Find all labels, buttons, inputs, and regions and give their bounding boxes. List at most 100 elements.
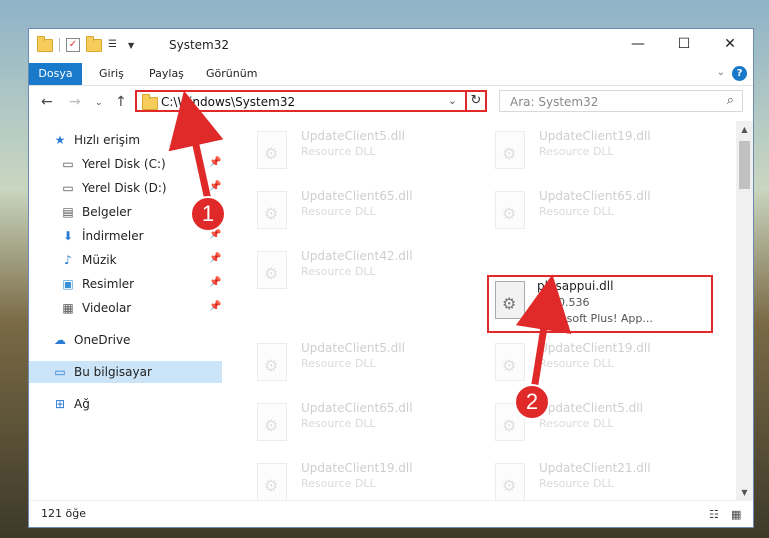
file-name: plusappui.dll: [537, 279, 614, 293]
nav-item-label: Yerel Disk (C:): [82, 157, 166, 171]
address-row: ← → ⌄ ↑ C:\Windows\System32 ⌄ ↻ Ara: Sys…: [29, 86, 753, 118]
dll-file-icon: ⚙: [253, 463, 291, 501]
videos-icon: ▦: [62, 301, 74, 315]
pin-icon[interactable]: 📌: [209, 277, 221, 288]
vertical-scrollbar[interactable]: ▲ ▼: [736, 121, 753, 501]
dll-file-icon: ⚙: [253, 343, 291, 383]
up-arrow-icon[interactable]: ↑: [115, 94, 127, 110]
nav-item-music[interactable]: ♪ Müzik 📌: [29, 249, 222, 271]
dll-file-icon: ⚙: [253, 131, 291, 171]
search-input[interactable]: Ara: System32 ⌕: [499, 90, 743, 112]
dll-file-icon: ⚙: [491, 343, 529, 383]
file-description: Resource DLL: [301, 205, 376, 218]
file-description: Resource DLL: [539, 357, 614, 370]
nav-item-label: Müzik: [82, 253, 117, 267]
pin-icon[interactable]: 📌: [209, 301, 221, 312]
file-tile[interactable]: ⚙ UpdateClient65.dll Resource DLL: [249, 395, 479, 447]
window-title: System32: [169, 38, 230, 52]
drive-icon: ▭: [62, 181, 74, 195]
folder-icon[interactable]: [37, 35, 53, 52]
file-description: Resource DLL: [301, 477, 376, 490]
chevron-down-icon[interactable]: ▼: [128, 41, 134, 50]
tab-file[interactable]: Dosya: [29, 63, 82, 85]
computer-icon: ▭: [54, 365, 66, 379]
file-description: Resource DLL: [301, 357, 376, 370]
folder-icon: [142, 94, 158, 110]
pictures-icon: ▣: [62, 277, 74, 291]
nav-item-this-pc[interactable]: ▭ Bu bilgisayar: [29, 361, 222, 383]
help-icon[interactable]: ?: [732, 66, 747, 81]
file-tile[interactable]: ⚙ UpdateClient42.dll Resource DLL: [249, 243, 479, 295]
dll-file-icon: ⚙: [253, 403, 291, 443]
details-view-icon[interactable]: ☷: [709, 508, 719, 521]
back-arrow-icon[interactable]: ←: [41, 94, 53, 110]
pin-icon[interactable]: 📌: [209, 253, 221, 264]
drive-icon: ▭: [62, 157, 74, 171]
dll-file-icon: ⚙: [491, 131, 529, 171]
nav-item-local-disk-d[interactable]: ▭ Yerel Disk (D:) 📌: [29, 177, 222, 199]
network-icon: ⊞: [54, 397, 66, 411]
step-1-badge: 1: [190, 196, 226, 232]
customize-icon[interactable]: ☰: [108, 39, 122, 51]
dll-file-icon: ⚙: [491, 191, 529, 231]
search-icon[interactable]: ⌕: [727, 93, 734, 108]
file-description: Resource DLL: [539, 417, 614, 430]
nav-item-label: Bu bilgisayar: [74, 365, 152, 379]
properties-check-icon[interactable]: ✓: [66, 38, 80, 52]
tab-share[interactable]: Paylaş: [149, 63, 184, 85]
file-tile[interactable]: ⚙ UpdateClient65.dll Resource DLL: [249, 183, 479, 235]
nav-item-label: Ağ: [74, 397, 90, 411]
item-count: 121 öğe: [41, 507, 86, 520]
nav-item-onedrive[interactable]: ☁ OneDrive: [29, 329, 222, 351]
scrollbar-thumb[interactable]: [739, 141, 750, 189]
file-name: UpdateClient65.dll: [539, 189, 651, 203]
nav-item-quick-access[interactable]: ★ Hızlı erişim: [29, 129, 222, 151]
file-name: UpdateClient19.dll: [539, 341, 651, 355]
address-bar[interactable]: C:\Windows\System32 ⌄: [135, 90, 487, 112]
nav-item-downloads[interactable]: ⬇ İndirmeler 📌: [29, 225, 222, 247]
scroll-down-icon[interactable]: ▼: [736, 488, 753, 497]
collapse-ribbon-icon[interactable]: ⌄: [717, 67, 725, 78]
toolbar-separator: [59, 38, 60, 52]
dll-file-icon: ⚙: [253, 251, 291, 291]
file-description: Resource DLL: [301, 417, 376, 430]
file-tile[interactable]: ⚙ UpdateClient5.dll Resource DLL: [249, 123, 479, 175]
minimize-button[interactable]: —: [615, 29, 661, 59]
nav-item-videos[interactable]: ▦ Videolar 📌: [29, 297, 222, 319]
file-name: UpdateClient19.dll: [539, 129, 651, 143]
file-tile[interactable]: ⚙ UpdateClient65.dll Resource DLL: [487, 183, 717, 235]
pin-icon[interactable]: 📌: [209, 157, 221, 168]
file-name: UpdateClient65.dll: [301, 401, 413, 415]
nav-item-network[interactable]: ⊞ Ağ: [29, 393, 222, 415]
scroll-up-icon[interactable]: ▲: [736, 125, 753, 134]
file-name: UpdateClient42.dll: [301, 249, 413, 263]
nav-item-local-disk-c[interactable]: ▭ Yerel Disk (C:) 📌: [29, 153, 222, 175]
file-name: UpdateClient5.dll: [301, 129, 405, 143]
forward-arrow-icon[interactable]: →: [69, 94, 81, 110]
file-tile[interactable]: ⚙ UpdateClient21.dll Resource DLL: [487, 455, 717, 501]
tab-view[interactable]: Görünüm: [206, 63, 257, 85]
file-tile[interactable]: ⚙ UpdateClient19.dll Resource DLL: [249, 455, 479, 501]
maximize-button[interactable]: ☐: [661, 29, 707, 59]
recent-chevron-icon[interactable]: ⌄: [95, 98, 103, 108]
new-folder-icon[interactable]: [86, 35, 102, 52]
nav-item-label: Belgeler: [82, 205, 132, 219]
music-icon: ♪: [64, 253, 72, 267]
refresh-button[interactable]: ↻: [465, 90, 487, 112]
file-tile[interactable]: ⚙ UpdateClient19.dll Resource DLL: [487, 335, 717, 387]
tab-home[interactable]: Giriş: [99, 63, 124, 85]
address-dropdown-icon[interactable]: ⌄: [448, 94, 457, 107]
file-name: UpdateClient65.dll: [301, 189, 413, 203]
file-name: UpdateClient19.dll: [301, 461, 413, 475]
file-tile-plusappui[interactable]: ⚙ plusappui.dll 1.0.0.536 Microsoft Plus…: [487, 275, 713, 333]
file-version: 1.0.0.536: [537, 296, 590, 309]
tiles-view-icon[interactable]: ▦: [731, 508, 741, 521]
close-button[interactable]: ✕: [707, 29, 753, 59]
nav-item-label: Yerel Disk (D:): [82, 181, 167, 195]
file-tile[interactable]: ⚙ UpdateClient5.dll Resource DLL: [249, 335, 479, 387]
nav-item-label: Hızlı erişim: [74, 133, 141, 147]
explorer-window: ✓ ☰ ▼ System32 — ☐ ✕ Dosya Giriş Paylaş …: [28, 28, 754, 528]
file-tile[interactable]: ⚙ UpdateClient19.dll Resource DLL: [487, 123, 717, 175]
nav-item-pictures[interactable]: ▣ Resimler 📌: [29, 273, 222, 295]
pin-icon[interactable]: 📌: [209, 181, 221, 192]
